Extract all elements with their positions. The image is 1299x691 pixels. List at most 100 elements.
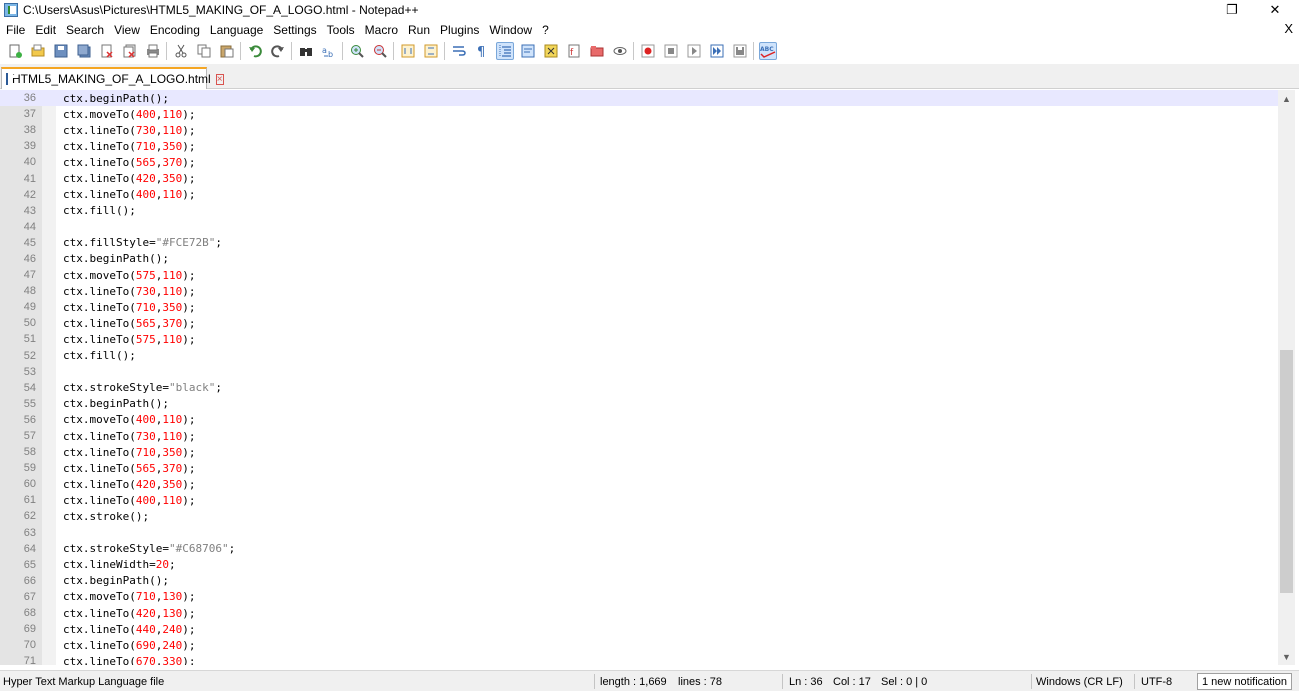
code-line[interactable]: 40 ctx.lineTo(565,370); bbox=[0, 154, 1278, 170]
replace-icon[interactable]: ab bbox=[320, 42, 338, 60]
new-file-icon[interactable] bbox=[6, 42, 24, 60]
code-line[interactable]: 39 ctx.lineTo(710,350); bbox=[0, 138, 1278, 154]
code-line[interactable]: 70 ctx.lineTo(690,240); bbox=[0, 637, 1278, 653]
zoom-out-icon[interactable] bbox=[371, 42, 389, 60]
menu-view[interactable]: View bbox=[109, 23, 145, 37]
code-line[interactable]: 53 bbox=[0, 364, 1278, 380]
line-number: 37 bbox=[23, 108, 36, 121]
record-macro-icon[interactable] bbox=[639, 42, 657, 60]
print-icon[interactable] bbox=[144, 42, 162, 60]
close-document-button[interactable]: X bbox=[1284, 21, 1293, 36]
redo-icon[interactable] bbox=[269, 42, 287, 60]
menu-run[interactable]: Run bbox=[403, 23, 435, 37]
run-macro-multiple-icon[interactable] bbox=[708, 42, 726, 60]
close-all-icon[interactable] bbox=[121, 42, 139, 60]
code-token: ctx.lineTo( bbox=[63, 300, 136, 314]
code-line[interactable]: 43 ctx.fill(); bbox=[0, 203, 1278, 219]
show-all-chars-icon[interactable]: ¶ bbox=[473, 42, 491, 60]
menu-file[interactable]: File bbox=[0, 23, 30, 37]
code-line[interactable]: 37 ctx.moveTo(400,110); bbox=[0, 106, 1278, 122]
menu-macro[interactable]: Macro bbox=[360, 23, 403, 37]
code-line[interactable]: 66 ctx.beginPath(); bbox=[0, 573, 1278, 589]
code-line[interactable]: 41 ctx.lineTo(420,350); bbox=[0, 170, 1278, 186]
code-line[interactable]: 60 ctx.lineTo(420,350); bbox=[0, 476, 1278, 492]
document-tab[interactable]: HTML5_MAKING_OF_A_LOGO.html × bbox=[1, 67, 224, 89]
code-line[interactable]: 52 ctx.fill(); bbox=[0, 348, 1278, 364]
zoom-in-icon[interactable] bbox=[348, 42, 366, 60]
vertical-scrollbar[interactable]: ▲ ▼ bbox=[1278, 90, 1295, 665]
user-defined-language-icon[interactable] bbox=[519, 42, 537, 60]
code-line[interactable]: 47 ctx.moveTo(575,110); bbox=[0, 267, 1278, 283]
word-wrap-icon[interactable] bbox=[450, 42, 468, 60]
code-line[interactable]: 65 ctx.lineWidth=20; bbox=[0, 557, 1278, 573]
number-token: 110 bbox=[162, 268, 183, 282]
code-line[interactable]: 56 ctx.moveTo(400,110); bbox=[0, 412, 1278, 428]
status-divider bbox=[1031, 674, 1032, 689]
find-icon[interactable] bbox=[297, 42, 315, 60]
cut-icon[interactable] bbox=[172, 42, 190, 60]
code-line[interactable]: 71 ctx.lineTo(670,330); bbox=[0, 653, 1278, 665]
menu-plugins[interactable]: Plugins bbox=[435, 23, 484, 37]
code-line[interactable]: 42 ctx.lineTo(400,110); bbox=[0, 187, 1278, 203]
code-line[interactable]: 55 ctx.beginPath(); bbox=[0, 396, 1278, 412]
code-line[interactable]: 54 ctx.strokeStyle="black"; bbox=[0, 380, 1278, 396]
notification-button[interactable]: 1 new notification bbox=[1197, 673, 1292, 690]
code-editor[interactable]: 36 ctx.beginPath(); 37 ctx.moveTo(400,110);… bbox=[0, 90, 1299, 665]
doc-map-icon[interactable] bbox=[542, 42, 560, 60]
close-window-button[interactable]: ✕ bbox=[1255, 0, 1295, 20]
menu-search[interactable]: Search bbox=[61, 23, 109, 37]
code-token: ); bbox=[182, 654, 196, 665]
code-line[interactable]: 63 bbox=[0, 525, 1278, 541]
code-line[interactable]: 68 ctx.lineTo(420,130); bbox=[0, 605, 1278, 621]
code-line[interactable]: 64 ctx.strokeStyle="#C68706"; bbox=[0, 541, 1278, 557]
copy-icon[interactable] bbox=[195, 42, 213, 60]
code-line[interactable]: 69 ctx.lineTo(440,240); bbox=[0, 621, 1278, 637]
undo-icon[interactable] bbox=[246, 42, 264, 60]
code-line[interactable]: 57 ctx.lineTo(730,110); bbox=[0, 428, 1278, 444]
code-line[interactable]: 59 ctx.lineTo(565,370); bbox=[0, 460, 1278, 476]
paste-icon[interactable] bbox=[218, 42, 236, 60]
save-macro-icon[interactable] bbox=[731, 42, 749, 60]
open-file-icon[interactable] bbox=[29, 42, 47, 60]
close-icon[interactable] bbox=[98, 42, 116, 60]
scroll-down-icon[interactable]: ▼ bbox=[1278, 648, 1295, 665]
menu-settings[interactable]: Settings bbox=[268, 23, 321, 37]
function-list-icon[interactable]: f bbox=[565, 42, 583, 60]
code-token: ctx.strokeStyle= bbox=[63, 542, 169, 556]
code-line[interactable]: 61 ctx.lineTo(400,110); bbox=[0, 492, 1278, 508]
code-line[interactable]: 50 ctx.lineTo(565,370); bbox=[0, 315, 1278, 331]
menu-encoding[interactable]: Encoding bbox=[145, 23, 205, 37]
monitoring-icon[interactable] bbox=[611, 42, 629, 60]
code-line[interactable]: 36 ctx.beginPath(); bbox=[0, 90, 1278, 107]
save-all-icon[interactable] bbox=[75, 42, 93, 60]
play-macro-icon[interactable] bbox=[685, 42, 703, 60]
menu-help[interactable]: ? bbox=[537, 23, 554, 37]
tab-close-icon[interactable]: × bbox=[215, 73, 224, 85]
code-line[interactable]: 62 ctx.stroke(); bbox=[0, 508, 1278, 524]
spell-check-icon[interactable]: ABC bbox=[758, 41, 777, 60]
sync-horizontal-icon[interactable] bbox=[422, 42, 440, 60]
code-line[interactable]: 58 ctx.lineTo(710,350); bbox=[0, 444, 1278, 460]
code-line[interactable]: 45 ctx.fillStyle="#FCE72B"; bbox=[0, 235, 1278, 251]
sync-vertical-icon[interactable] bbox=[399, 42, 417, 60]
restore-window-button[interactable]: ❐ bbox=[1212, 0, 1252, 20]
indent-guide-icon[interactable] bbox=[495, 41, 514, 60]
code-line[interactable]: 49 ctx.lineTo(710,350); bbox=[0, 299, 1278, 315]
menu-window[interactable]: Window bbox=[484, 23, 537, 37]
stop-macro-icon[interactable] bbox=[662, 42, 680, 60]
code-line[interactable]: 44 bbox=[0, 219, 1278, 235]
code-line[interactable]: 51 ctx.lineTo(575,110); bbox=[0, 331, 1278, 347]
scrollbar-thumb[interactable] bbox=[1280, 350, 1293, 593]
menu-tools[interactable]: Tools bbox=[322, 23, 360, 37]
save-icon[interactable] bbox=[52, 42, 70, 60]
code-line[interactable]: 46 ctx.beginPath(); bbox=[0, 251, 1278, 267]
folder-as-workspace-icon[interactable] bbox=[588, 42, 606, 60]
code-line[interactable]: 48 ctx.lineTo(730,110); bbox=[0, 283, 1278, 299]
number-token: 440 bbox=[135, 622, 156, 636]
menu-language[interactable]: Language bbox=[205, 23, 268, 37]
code-line[interactable]: 67 ctx.moveTo(710,130); bbox=[0, 589, 1278, 605]
code-line[interactable]: 38 ctx.lineTo(730,110); bbox=[0, 122, 1278, 138]
scroll-up-icon[interactable]: ▲ bbox=[1278, 90, 1295, 107]
number-token: 240 bbox=[162, 638, 183, 652]
menu-edit[interactable]: Edit bbox=[30, 23, 61, 37]
